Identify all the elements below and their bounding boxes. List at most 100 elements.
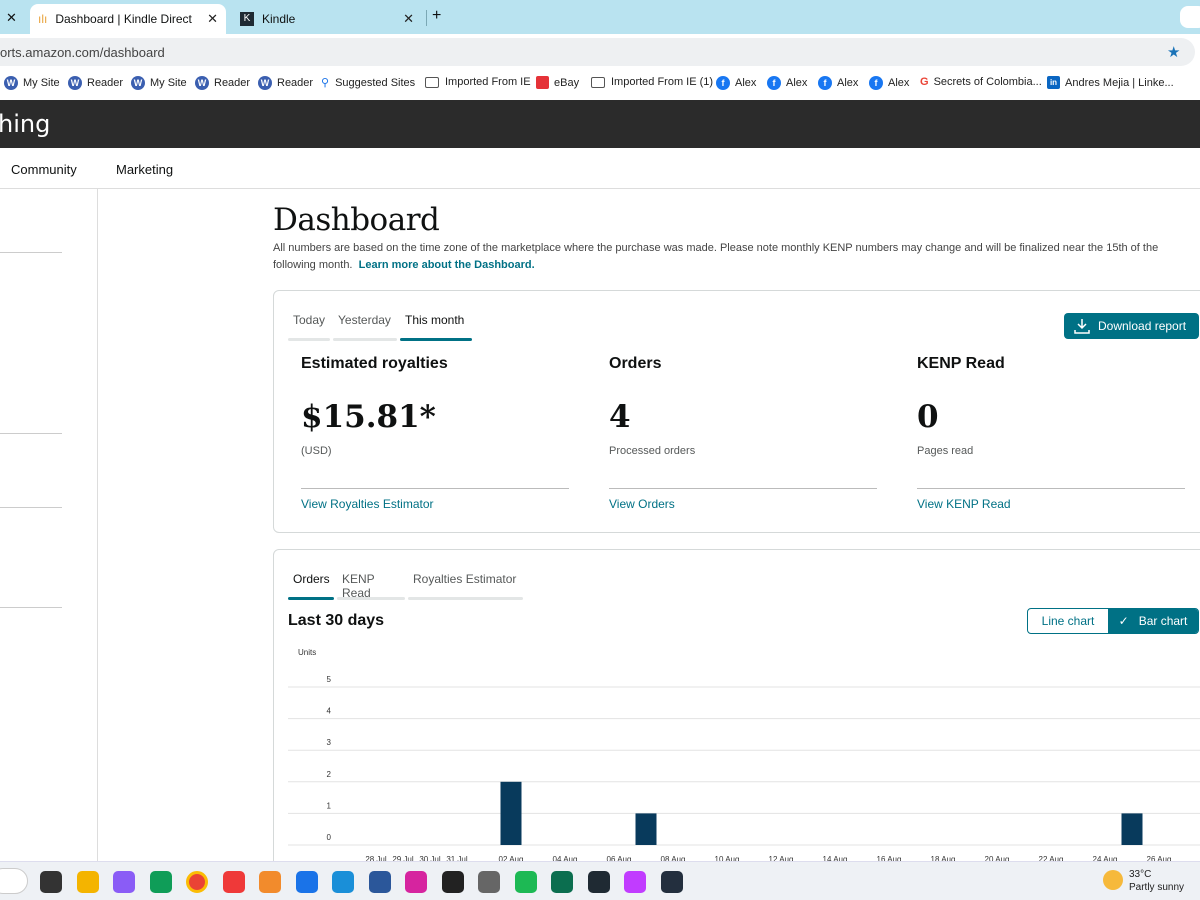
bookmark-item[interactable]: f Alex	[818, 76, 858, 90]
bar-02-aug	[500, 781, 522, 845]
nav-community[interactable]: Community	[11, 162, 77, 177]
tab-label: Yesterday	[338, 313, 391, 327]
y-tick-label: 1	[327, 801, 332, 810]
linkedin-icon: in	[1047, 76, 1060, 89]
url-text[interactable]: orts.amazon.com/dashboard	[0, 45, 165, 60]
bookmarks-bar: W My Site W Reader W My Site W Reader W Reade…	[0, 71, 1200, 95]
y-tick-label: 5	[327, 675, 332, 684]
bookmark-item[interactable]: f Alex	[869, 76, 909, 90]
tab-yesterday[interactable]: Yesterday	[333, 313, 397, 341]
facebook-icon: f	[716, 76, 730, 90]
learn-more-link[interactable]: Learn more about the Dashboard.	[359, 259, 535, 271]
facebook-icon: f	[869, 76, 883, 90]
y-tick-label: 3	[327, 738, 332, 747]
bookmark-item[interactable]: Imported From IE	[425, 76, 531, 88]
word-icon[interactable]	[368, 871, 391, 893]
spotify-icon[interactable]	[514, 871, 537, 893]
gemini-icon[interactable]	[1180, 6, 1200, 28]
bookmark-star-icon[interactable]: ★	[1167, 43, 1180, 61]
weather-desc: Partly sunny	[1129, 882, 1185, 893]
copilot-icon[interactable]	[113, 871, 135, 893]
metric-title: Orders	[609, 355, 662, 372]
nav-marketing[interactable]: Marketing	[116, 162, 173, 177]
page-title: Dashboard	[273, 202, 440, 238]
view-orders-link[interactable]: View Orders	[609, 497, 675, 511]
task-view-icon[interactable]	[40, 871, 62, 893]
bookmark-item[interactable]: ⚲ Suggested Sites	[321, 76, 415, 90]
tab-title: Dashboard | Kindle Direct Publi	[55, 12, 195, 26]
bar-chart-option[interactable]: ✓ Bar chart	[1108, 609, 1198, 633]
folder-icon	[425, 76, 439, 88]
toggle-label: Line chart	[1041, 614, 1095, 628]
edge-canary-icon[interactable]	[259, 871, 281, 893]
bookmark-item[interactable]: W Reader	[258, 76, 313, 90]
tab-today[interactable]: Today	[288, 313, 330, 341]
tab-underline	[288, 597, 334, 600]
folder-icon	[591, 76, 605, 88]
tab-label: This month	[405, 313, 465, 327]
download-icon	[1074, 319, 1090, 334]
close-tab-icon[interactable]: ✕	[403, 11, 414, 27]
tab-label: Royalties Estimator	[413, 572, 517, 586]
tab-royalties-estimator[interactable]: Royalties Estimator	[408, 572, 523, 600]
kindle-create-icon[interactable]	[587, 871, 610, 893]
tab-title: Kindle	[262, 12, 296, 26]
bookmark-item[interactable]: W My Site	[131, 76, 187, 90]
bookmark-item[interactable]: W Reader	[68, 76, 123, 90]
bookmark-item[interactable]: f Alex	[767, 76, 807, 90]
kindle-icon[interactable]	[332, 871, 354, 893]
instagram-icon[interactable]	[405, 871, 427, 893]
metric-value: 4	[609, 399, 631, 435]
s-icon[interactable]	[478, 871, 500, 893]
close-tab-icon[interactable]: ✕	[207, 11, 218, 27]
store-icon[interactable]	[295, 871, 318, 893]
edge-icon[interactable]	[149, 871, 172, 893]
sp-icon[interactable]	[441, 871, 464, 893]
new-tab-icon[interactable]: +	[432, 7, 441, 25]
download-report-button[interactable]: Download report	[1064, 313, 1199, 339]
facebook-icon: f	[767, 76, 781, 90]
bookmark-item[interactable]: G Secrets of Colombia...	[920, 76, 1042, 88]
metric-divider	[301, 488, 569, 489]
app-icon[interactable]	[624, 871, 646, 893]
kindle-favicon-icon: K	[240, 12, 254, 26]
wordpress-icon: W	[68, 76, 82, 90]
bookmark-item[interactable]: Imported From IE (1)	[591, 76, 713, 88]
address-bar[interactable]	[0, 38, 1195, 66]
period-tabs: Today Yesterday This month	[288, 313, 472, 341]
line-chart-option[interactable]: Line chart	[1028, 609, 1108, 633]
view-kenp-link[interactable]: View KENP Read	[917, 497, 1011, 511]
tab-kindle[interactable]: K Kindle ✕	[234, 4, 424, 34]
solitaire-icon[interactable]	[551, 871, 573, 893]
bookmark-label: Reader	[277, 77, 314, 89]
amazon-music-icon[interactable]	[660, 871, 683, 893]
bookmark-item[interactable]: eBay	[536, 76, 579, 89]
tab-orders[interactable]: Orders	[288, 572, 334, 600]
view-royalties-link[interactable]: View Royalties Estimator	[301, 497, 434, 511]
close-icon[interactable]: ✕	[6, 10, 17, 26]
tab-this-month[interactable]: This month	[400, 313, 472, 341]
bookmark-item[interactable]: in Andres Mejia | Linke...	[1047, 76, 1174, 89]
metric-divider	[917, 488, 1185, 489]
chrome-icon[interactable]	[186, 871, 208, 893]
bookmark-item[interactable]: W Reader	[195, 76, 250, 90]
bookmark-label: Secrets of Colombia...	[933, 76, 1042, 88]
browser-toolbar	[0, 34, 1200, 71]
bookmark-label: Imported From IE	[445, 76, 531, 88]
bookmark-label: Reader	[214, 77, 251, 89]
bookmark-label: Alex	[786, 77, 808, 89]
vivaldi-icon[interactable]	[222, 871, 245, 893]
bookmark-item[interactable]: W My Site	[4, 76, 60, 90]
google-icon: G	[920, 76, 929, 88]
bookmark-item[interactable]: f Alex	[716, 76, 756, 90]
wordpress-icon: W	[4, 76, 18, 90]
bookmark-label: Imported From IE (1)	[611, 76, 714, 88]
kdp-brand[interactable]: hing	[0, 110, 50, 138]
file-explorer-icon[interactable]	[76, 871, 99, 893]
taskbar-search-box[interactable]	[0, 868, 28, 894]
y-tick-label: 2	[327, 770, 332, 779]
partly-sunny-icon	[1103, 870, 1123, 890]
tab-kenp-read[interactable]: KENP Read	[337, 572, 405, 600]
intro-text: All numbers are based on the time zone o…	[273, 240, 1193, 274]
tab-dashboard[interactable]: ılı Dashboard | Kindle Direct Publi ✕	[30, 4, 226, 34]
